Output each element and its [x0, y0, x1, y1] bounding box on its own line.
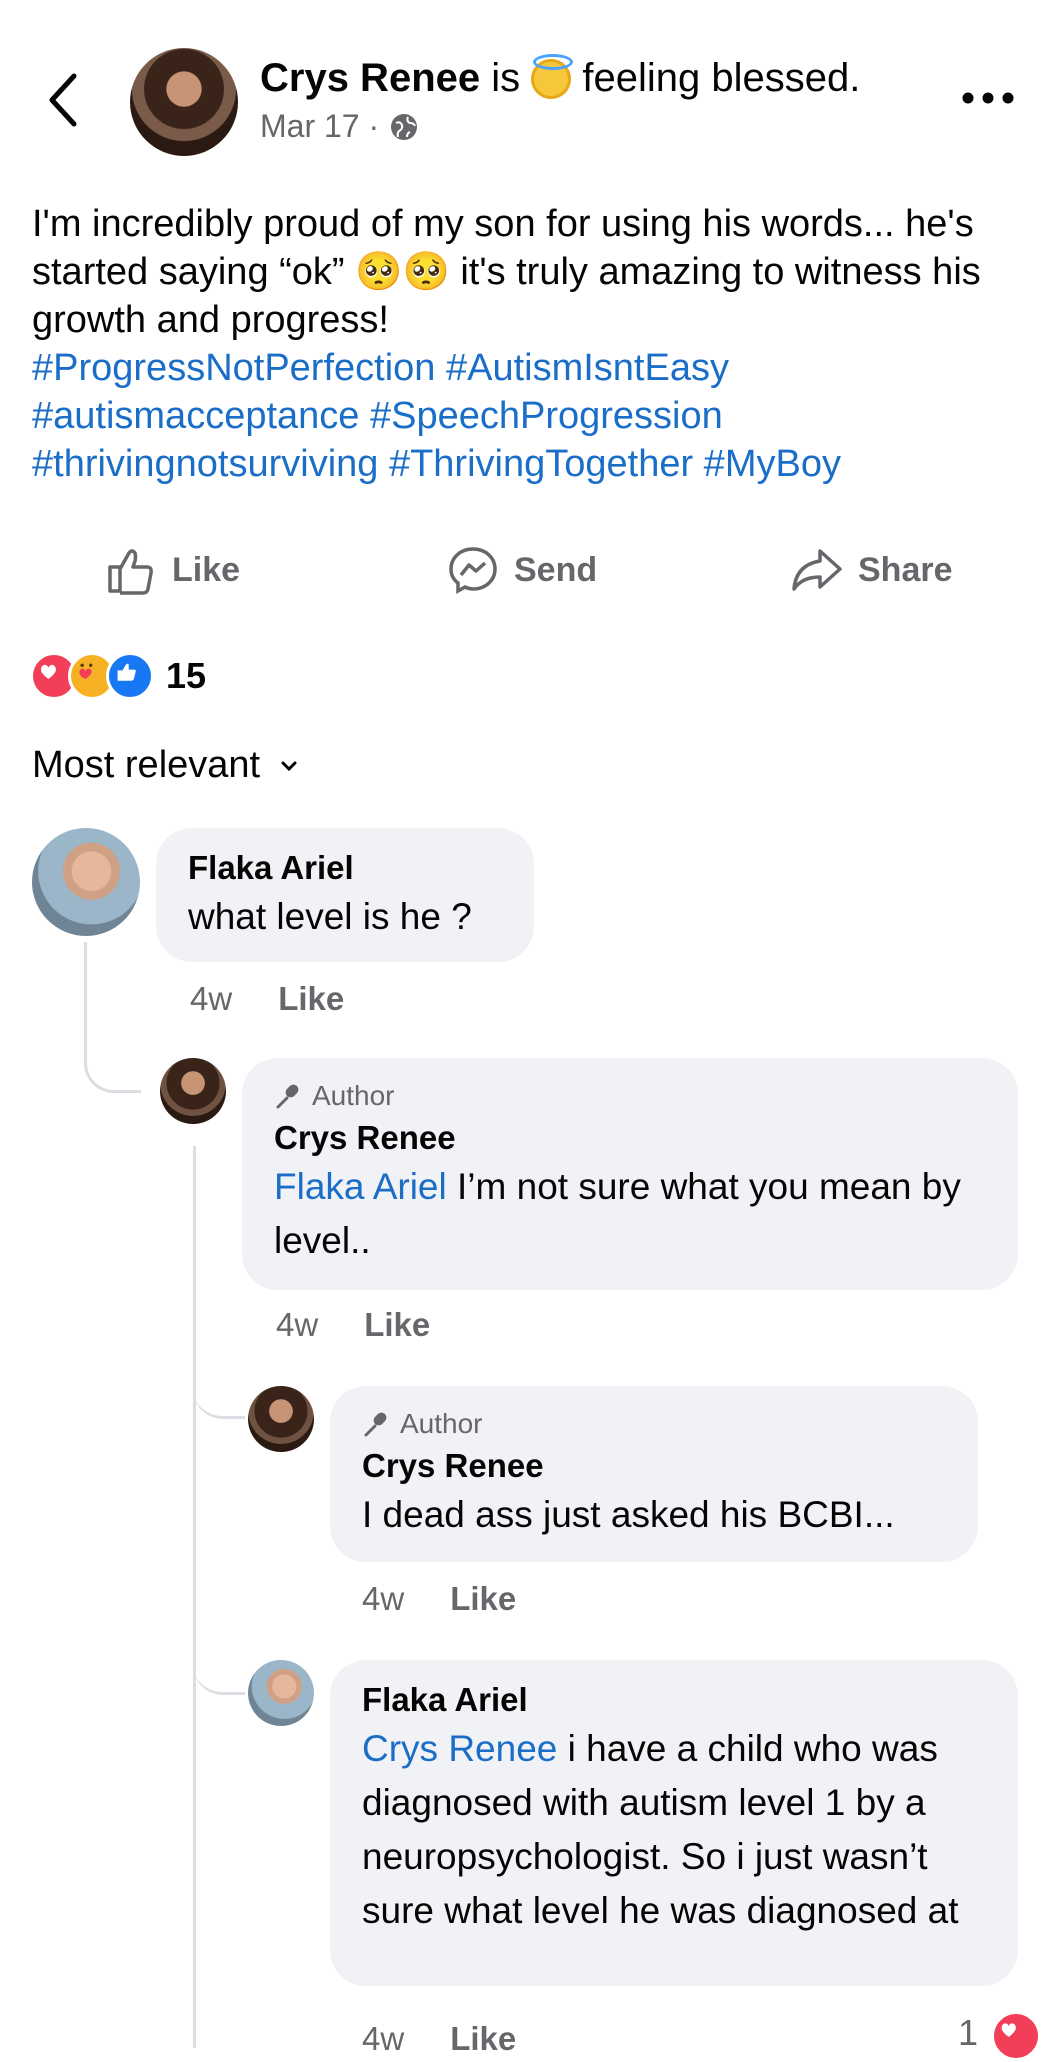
halo-emoji-icon — [531, 54, 574, 99]
comment-meta: 4w Like — [276, 1306, 430, 1344]
author-badge-label: Author — [400, 1408, 483, 1439]
commenter-avatar[interactable] — [248, 1660, 314, 1726]
send-label: Send — [514, 550, 598, 589]
comment-time[interactable]: 4w — [362, 2020, 404, 2058]
post-date[interactable]: Mar 17 — [260, 108, 360, 144]
comment-bubble: Flaka Ariel what level is he ? — [156, 828, 534, 962]
comment-meta: 4w Like — [362, 2020, 516, 2058]
comment-time[interactable]: 4w — [190, 980, 232, 1018]
author-name[interactable]: Crys Renee — [260, 56, 480, 100]
post-date-line: Mar 17 · — [260, 108, 420, 145]
feeling-text: feeling blessed. — [582, 56, 861, 100]
comment-sort-dropdown[interactable]: Most relevant — [32, 744, 300, 787]
share-label: Share — [858, 550, 953, 589]
comment-like-button[interactable]: Like — [450, 2020, 516, 2058]
commenter-name[interactable]: Crys Renee — [362, 1444, 946, 1488]
like-button[interactable]: Like — [104, 540, 240, 600]
reaction-summary[interactable]: 15 — [30, 652, 206, 700]
thread-connector — [84, 942, 141, 1093]
comment-body: Flaka Ariel I’m not sure what you mean b… — [274, 1160, 986, 1268]
author-badge-label: Author — [312, 1080, 395, 1111]
comment-bubble: Author Crys Renee Flaka Ariel I’m not su… — [242, 1058, 1018, 1290]
commenter-name[interactable]: Crys Renee — [274, 1116, 986, 1160]
back-arrow-icon[interactable] — [44, 70, 84, 130]
messenger-icon — [449, 547, 497, 595]
comment-like-button[interactable]: Like — [278, 980, 344, 1018]
send-button[interactable]: Send — [446, 540, 597, 600]
comment-meta: 4w Like — [362, 1580, 516, 1618]
comment-like-button[interactable]: Like — [450, 1580, 516, 1618]
thumbs-up-icon — [108, 549, 153, 595]
commenter-avatar[interactable] — [160, 1058, 226, 1124]
author-badge: Author — [274, 1076, 986, 1116]
microphone-icon — [364, 1412, 387, 1437]
commenter-name[interactable]: Flaka Ariel — [362, 1678, 986, 1722]
mention-link[interactable]: Flaka Ariel — [274, 1166, 447, 1207]
comment-body: Crys Renee i have a child who was diagno… — [362, 1722, 986, 1938]
is-text: is — [491, 56, 521, 100]
author-avatar[interactable] — [130, 48, 238, 156]
comment-text: I dead ass just asked his BCBI... — [362, 1494, 895, 1535]
globe-icon — [391, 114, 418, 140]
reaction-count: 15 — [166, 655, 207, 696]
heart-reaction-icon[interactable] — [990, 2010, 1042, 2062]
comment-meta: 4w Like — [190, 980, 344, 1018]
share-arrow-icon — [792, 549, 842, 591]
post-text: I'm incredibly proud of my son for using… — [32, 203, 981, 341]
post-author-line: Crys Renee is feeling blessed. — [260, 54, 861, 101]
comment-bubble: Author Crys Renee I dead ass just asked … — [330, 1386, 978, 1562]
comment-like-button[interactable]: Like — [364, 1306, 430, 1344]
share-button[interactable]: Share — [790, 540, 953, 600]
post-hashtags[interactable]: #ProgressNotPerfection #AutismIsntEasy #… — [32, 344, 1022, 488]
like-reaction-icon — [106, 652, 154, 700]
more-options-icon[interactable] — [960, 86, 1016, 110]
like-label: Like — [172, 550, 241, 589]
thread-connector-vertical — [193, 1146, 196, 2048]
chevron-down-icon — [281, 761, 297, 771]
comment-time[interactable]: 4w — [276, 1306, 318, 1344]
comment-bubble: Flaka Ariel Crys Renee i have a child wh… — [330, 1660, 1018, 1986]
sort-label: Most relevant — [32, 744, 261, 786]
thread-connector-branch — [193, 1652, 245, 1695]
mention-link[interactable]: Crys Renee — [362, 1728, 557, 1769]
comment-text: what level is he ? — [188, 896, 472, 937]
thread-connector-branch — [193, 1380, 245, 1419]
date-separator: · — [368, 108, 380, 144]
commenter-name[interactable]: Flaka Ariel — [188, 846, 502, 890]
author-badge: Author — [362, 1404, 946, 1444]
microphone-icon — [276, 1084, 299, 1109]
commenter-avatar[interactable] — [32, 828, 140, 936]
comment-time[interactable]: 4w — [362, 1580, 404, 1618]
commenter-avatar[interactable] — [248, 1386, 314, 1452]
